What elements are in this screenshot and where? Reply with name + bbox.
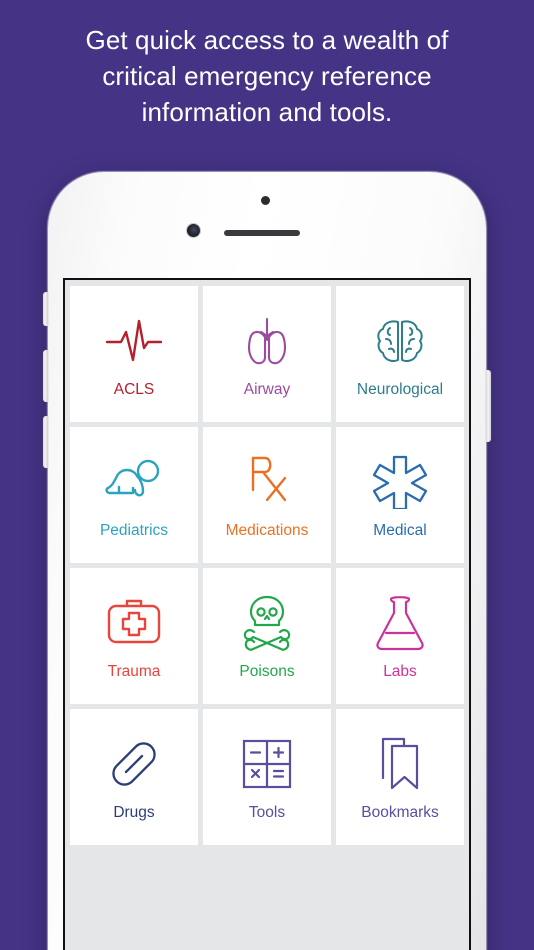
tile-poisons[interactable]: Poisons (203, 568, 331, 704)
promo-screenshot: Get quick access to a wealth of critical… (0, 0, 534, 950)
volume-up-button[interactable] (43, 350, 48, 402)
brain-icon (372, 310, 428, 372)
tile-label: Airway (243, 380, 291, 398)
bookmarks-ribbons-icon (376, 733, 424, 795)
skull-crossbones-icon (240, 592, 294, 654)
tile-pediatrics[interactable]: Pediatrics (70, 427, 198, 563)
front-camera-icon (187, 224, 200, 237)
crawling-baby-icon (103, 451, 165, 513)
tile-label: Medications (225, 521, 309, 539)
tile-label: ACLS (113, 380, 155, 398)
headline-line-3: information and tools. (141, 97, 393, 127)
tile-label: Drugs (113, 803, 155, 821)
earpiece-speaker-icon (224, 230, 300, 236)
tile-drugs[interactable]: Drugs (70, 709, 198, 845)
tile-label: Trauma (107, 662, 161, 680)
tile-medications[interactable]: Medications (203, 427, 331, 563)
headline-line-2: critical emergency reference (102, 61, 432, 91)
power-button[interactable] (486, 370, 491, 442)
tile-label: Bookmarks (361, 803, 439, 821)
tile-label: Poisons (239, 662, 295, 680)
star-of-life-icon (373, 451, 427, 513)
proximity-sensor-icon (261, 196, 270, 205)
capsule-pill-icon (107, 733, 161, 795)
tile-medical[interactable]: Medical (336, 427, 464, 563)
phone-screen: ACLS Airway Neurological Pediatrics Medi… (63, 278, 471, 950)
app-tile-grid: ACLS Airway Neurological Pediatrics Medi… (65, 280, 469, 845)
silent-switch-button[interactable] (43, 292, 48, 326)
tile-airway[interactable]: Airway (203, 286, 331, 422)
ecg-heartbeat-icon (103, 310, 165, 372)
erlenmeyer-flask-icon (375, 592, 425, 654)
tile-neurological[interactable]: Neurological (336, 286, 464, 422)
tile-labs[interactable]: Labs (336, 568, 464, 704)
phone-mockup: ACLS Airway Neurological Pediatrics Medi… (43, 169, 491, 950)
headline-line-1: Get quick access to a wealth of (85, 25, 449, 55)
tile-label: Labs (383, 662, 417, 680)
headline: Get quick access to a wealth of critical… (0, 22, 534, 130)
tile-trauma[interactable]: Trauma (70, 568, 198, 704)
tile-tools[interactable]: Tools (203, 709, 331, 845)
tile-bookmarks[interactable]: Bookmarks (336, 709, 464, 845)
tile-label: Medical (373, 521, 427, 539)
tile-label: Neurological (356, 380, 444, 398)
lungs-icon (239, 310, 295, 372)
rx-prescription-icon (241, 451, 293, 513)
first-aid-kit-icon (105, 592, 163, 654)
tile-label: Pediatrics (99, 521, 169, 539)
tile-label: Tools (248, 803, 286, 821)
calculator-grid-icon (241, 733, 293, 795)
volume-down-button[interactable] (43, 416, 48, 468)
tile-acls[interactable]: ACLS (70, 286, 198, 422)
